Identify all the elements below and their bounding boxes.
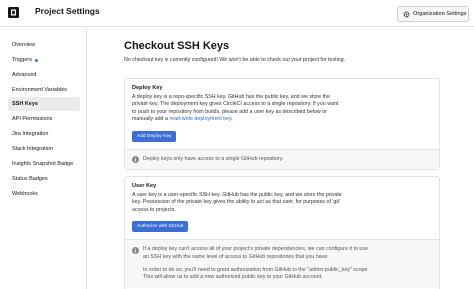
user-key-card: User Key A user key is a user-specific S…: [124, 176, 440, 289]
deploy-key-info: Deploy keys only have access to a single…: [125, 148, 439, 170]
settings-sidebar: Overview Triggers Advanced Environment V…: [0, 28, 87, 289]
read-write-deployment-key-link[interactable]: read-write deployment key: [169, 116, 231, 122]
sidebar-item-jira-integration[interactable]: Jira Integration: [8, 127, 80, 141]
deploy-key-text-end: .: [231, 116, 233, 123]
deploy-key-text: A deploy key is a repo-specific SSH key.…: [132, 94, 339, 123]
add-deploy-key-button[interactable]: Add Deploy Key: [132, 130, 177, 142]
sidebar-item-insights-snapshot-badge[interactable]: Insights Snapshot Badge: [8, 157, 80, 171]
sidebar-item-label: Advanced: [12, 72, 37, 78]
deploy-key-title: Deploy Key: [132, 85, 163, 91]
organization-settings-label: Organization Settings: [413, 11, 467, 17]
sidebar-item-status-badges[interactable]: Status Badges: [8, 172, 80, 186]
section-title: Checkout SSH Keys: [124, 40, 230, 52]
sidebar-item-label: Status Badges: [12, 176, 48, 182]
sidebar-item-label: Jira Integration: [12, 131, 49, 137]
info-icon: [132, 156, 139, 164]
sidebar-item-slack-integration[interactable]: Slack Integration: [8, 142, 80, 156]
sidebar-item-label: Slack Integration: [12, 146, 53, 152]
user-key-info: If a deploy key can't access all of your…: [125, 239, 439, 288]
circleci-logo-icon[interactable]: [8, 7, 19, 18]
user-key-info-text: If a deploy key can't access all of your…: [143, 246, 373, 282]
sidebar-item-environment-variables[interactable]: Environment Variables: [8, 83, 80, 97]
sidebar-item-label: SSH Keys: [12, 101, 38, 107]
info-icon: [132, 246, 139, 254]
user-key-info-paragraph: In order to do so, you'll need to grant …: [143, 267, 369, 281]
sidebar-item-api-permissions[interactable]: API Permissions: [8, 112, 80, 126]
top-bar: Project Settings Organization Settings: [0, 0, 474, 27]
authorize-with-github-button[interactable]: Authorize with GitHub: [132, 221, 189, 233]
user-key-description: A user key is a user-specific SSH key. G…: [132, 192, 342, 213]
sidebar-item-triggers[interactable]: Triggers: [8, 53, 80, 67]
sidebar-item-label: API Permissions: [12, 116, 53, 122]
sidebar-item-label: Webhooks: [12, 191, 38, 197]
new-indicator-dot: [34, 58, 38, 62]
deploy-key-info-text: Deploy keys only have access to a single…: [143, 155, 284, 162]
page-title: Project Settings: [35, 6, 100, 16]
gear-icon: [403, 11, 410, 17]
sidebar-item-webhooks[interactable]: Webhooks: [8, 187, 80, 201]
sidebar-item-overview[interactable]: Overview: [8, 38, 80, 52]
sidebar-item-label: Overview: [12, 42, 35, 48]
no-checkout-key-notice: No checkout key is currently configured!…: [124, 57, 346, 63]
sidebar-item-label: Triggers: [12, 57, 32, 63]
user-key-title: User Key: [132, 183, 157, 189]
sidebar-item-ssh-keys[interactable]: SSH Keys: [8, 97, 80, 111]
main-content: Checkout SSH Keys No checkout key is cur…: [88, 28, 474, 289]
user-key-info-paragraph: If a deploy key can't access all of your…: [143, 246, 368, 260]
deploy-key-description: A deploy key is a repo-specific SSH key.…: [132, 94, 342, 124]
sidebar-item-label: Environment Variables: [12, 87, 67, 93]
sidebar-item-advanced[interactable]: Advanced: [8, 68, 80, 82]
sidebar-item-label: Insights Snapshot Badge: [12, 161, 74, 167]
deploy-key-card: Deploy Key A deploy key is a repo-specif…: [124, 78, 440, 171]
organization-settings-button[interactable]: Organization Settings: [397, 6, 469, 22]
